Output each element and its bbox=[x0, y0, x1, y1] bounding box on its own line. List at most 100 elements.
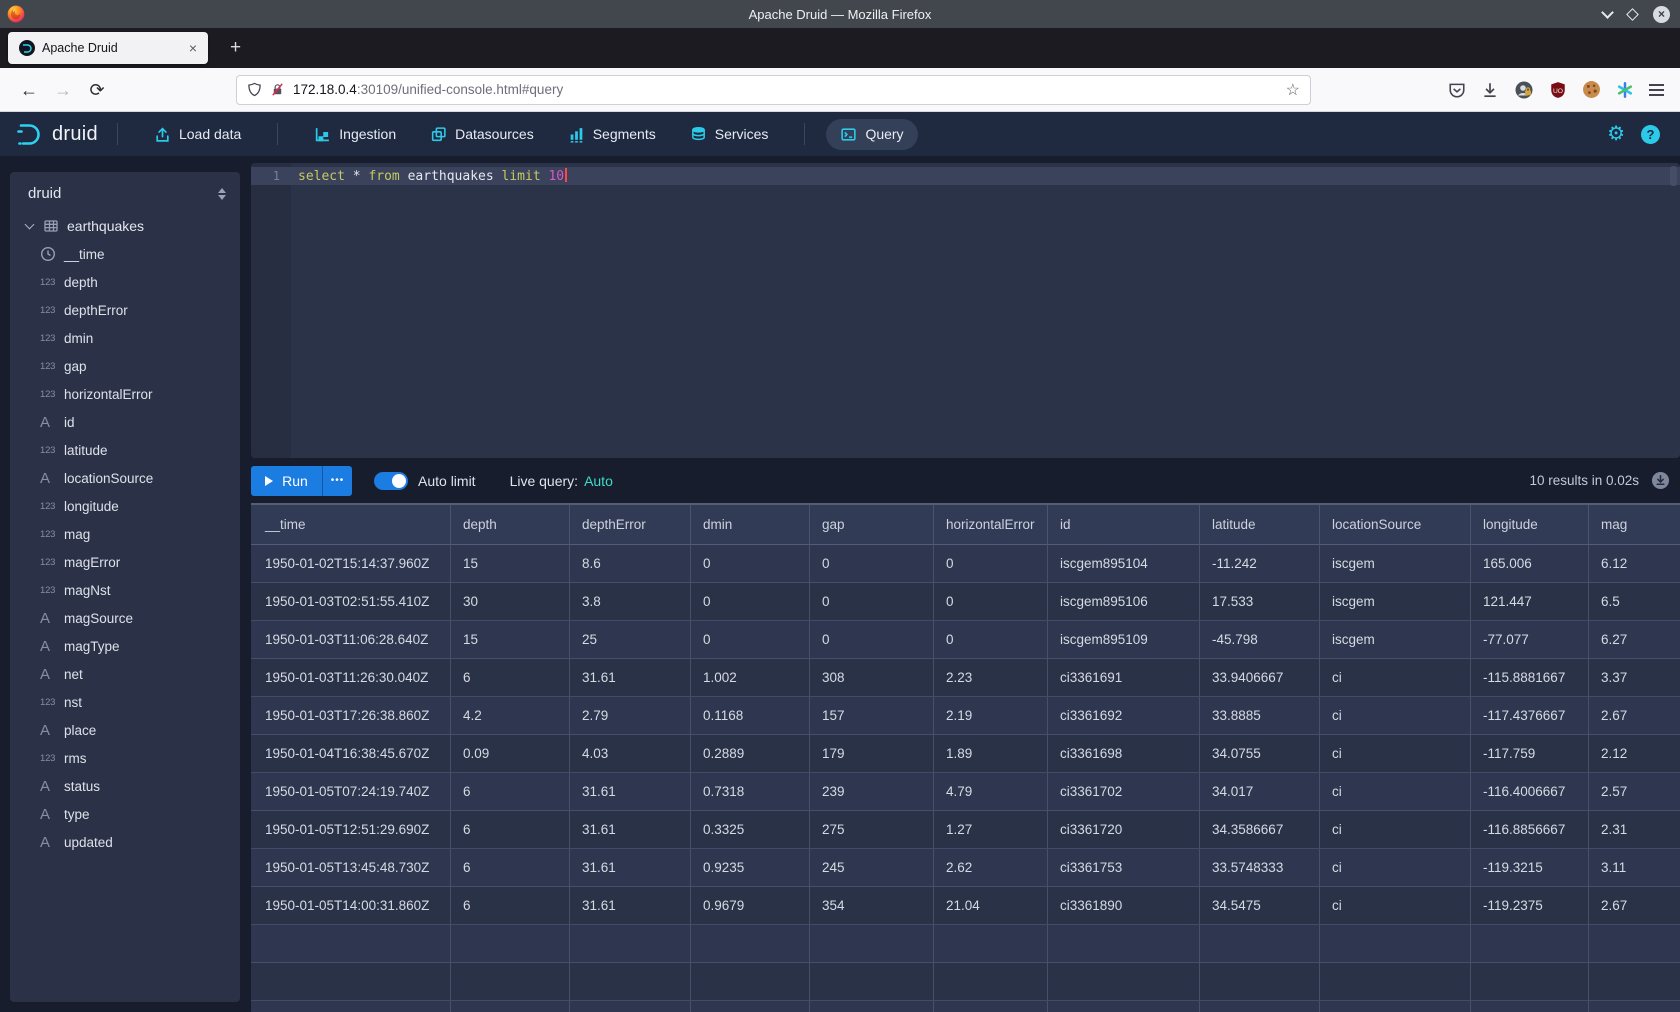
column-item-gap[interactable]: 123gap bbox=[10, 352, 240, 380]
column-item-magType[interactable]: AmagType bbox=[10, 632, 240, 660]
table-cell[interactable]: 0 bbox=[691, 545, 810, 583]
reload-icon[interactable]: ⟳ bbox=[80, 75, 114, 105]
table-cell[interactable]: ci3361692 bbox=[1048, 697, 1200, 735]
table-cell[interactable]: iscgem895106 bbox=[1048, 583, 1200, 621]
back-icon[interactable]: ← bbox=[12, 75, 46, 105]
table-cell[interactable]: 3.11 bbox=[1589, 849, 1680, 887]
table-cell[interactable]: 0.3325 bbox=[691, 811, 810, 849]
table-cell[interactable]: ci3361720 bbox=[1048, 811, 1200, 849]
table-cell[interactable]: 308 bbox=[810, 659, 934, 697]
forward-icon[interactable]: → bbox=[46, 75, 80, 105]
table-cell[interactable]: 3.37 bbox=[1589, 659, 1680, 697]
table-cell[interactable]: 2.67 bbox=[1589, 887, 1680, 925]
new-tab-button[interactable]: + bbox=[222, 35, 249, 61]
table-cell[interactable]: 1950-01-03T02:51:55.410Z bbox=[251, 583, 451, 621]
table-cell[interactable]: 1950-01-03T11:26:30.040Z bbox=[251, 659, 451, 697]
table-cell[interactable]: 31.61 bbox=[570, 773, 691, 811]
table-cell[interactable]: 31.61 bbox=[570, 849, 691, 887]
table-cell[interactable]: ci3361698 bbox=[1048, 735, 1200, 773]
sql-editor[interactable]: 1 select * from earthquakes limit 10 bbox=[251, 163, 1680, 458]
settings-gear-icon[interactable]: ⚙ bbox=[1607, 124, 1625, 144]
table-cell[interactable]: 1950-01-05T13:45:48.730Z bbox=[251, 849, 451, 887]
table-cell[interactable]: 0 bbox=[810, 545, 934, 583]
column-item-status[interactable]: Astatus bbox=[10, 772, 240, 800]
table-cell[interactable]: 121.447 bbox=[1471, 583, 1589, 621]
column-header-longitude[interactable]: longitude bbox=[1471, 505, 1589, 545]
table-cell[interactable]: -117.759 bbox=[1471, 735, 1589, 773]
sort-icon[interactable] bbox=[218, 188, 226, 200]
table-cell[interactable]: 0.7318 bbox=[691, 773, 810, 811]
window-maximize-icon[interactable] bbox=[1626, 8, 1639, 21]
table-cell[interactable]: 2.79 bbox=[570, 697, 691, 735]
column-item-locationSource[interactable]: AlocationSource bbox=[10, 464, 240, 492]
table-cell[interactable]: iscgem bbox=[1320, 621, 1471, 659]
column-item-net[interactable]: Anet bbox=[10, 660, 240, 688]
nav-item-datasources[interactable]: Datasources bbox=[426, 120, 538, 149]
table-cell[interactable]: 15 bbox=[451, 545, 570, 583]
table-cell[interactable]: 2.12 bbox=[1589, 735, 1680, 773]
table-cell[interactable]: 2.23 bbox=[934, 659, 1048, 697]
column-item-magNst[interactable]: 123magNst bbox=[10, 576, 240, 604]
column-item-__time[interactable]: __time bbox=[10, 240, 240, 268]
column-item-updated[interactable]: Aupdated bbox=[10, 828, 240, 856]
table-cell[interactable]: 25 bbox=[570, 621, 691, 659]
table-cell[interactable]: 0.09 bbox=[451, 735, 570, 773]
table-cell[interactable]: 6 bbox=[451, 773, 570, 811]
table-cell[interactable]: 2.57 bbox=[1589, 773, 1680, 811]
table-cell[interactable]: 0 bbox=[934, 621, 1048, 659]
table-cell[interactable]: 4.2 bbox=[451, 697, 570, 735]
table-cell[interactable]: 0 bbox=[691, 583, 810, 621]
table-cell[interactable]: 30 bbox=[451, 583, 570, 621]
table-cell[interactable]: 0.2889 bbox=[691, 735, 810, 773]
table-cell[interactable]: -11.242 bbox=[1200, 545, 1320, 583]
table-cell[interactable]: 17.533 bbox=[1200, 583, 1320, 621]
table-cell[interactable]: ci bbox=[1320, 887, 1471, 925]
column-header-depth[interactable]: depth bbox=[451, 505, 570, 545]
table-cell[interactable]: ci3361890 bbox=[1048, 887, 1200, 925]
table-cell[interactable]: 6.27 bbox=[1589, 621, 1680, 659]
table-cell[interactable]: 31.61 bbox=[570, 659, 691, 697]
table-cell[interactable]: -77.077 bbox=[1471, 621, 1589, 659]
column-item-nst[interactable]: 123nst bbox=[10, 688, 240, 716]
table-cell[interactable]: 0 bbox=[691, 621, 810, 659]
table-cell[interactable]: -116.8856667 bbox=[1471, 811, 1589, 849]
column-header-depthError[interactable]: depthError bbox=[570, 505, 691, 545]
table-cell[interactable]: ci bbox=[1320, 659, 1471, 697]
cookie-extension-icon[interactable] bbox=[1582, 80, 1601, 99]
window-close-icon[interactable]: × bbox=[1653, 6, 1670, 23]
table-cell[interactable]: 1950-01-05T07:24:19.740Z bbox=[251, 773, 451, 811]
table-cell[interactable]: 1950-01-03T11:06:28.640Z bbox=[251, 621, 451, 659]
column-header-dmin[interactable]: dmin bbox=[691, 505, 810, 545]
table-cell[interactable]: 245 bbox=[810, 849, 934, 887]
browser-tab-apache-druid[interactable]: Apache Druid × bbox=[8, 32, 208, 64]
table-cell[interactable]: 6.5 bbox=[1589, 583, 1680, 621]
table-cell[interactable]: 4.03 bbox=[570, 735, 691, 773]
table-cell[interactable]: ci3361691 bbox=[1048, 659, 1200, 697]
column-item-depthError[interactable]: 123depthError bbox=[10, 296, 240, 324]
bookmark-star-icon[interactable]: ☆ bbox=[1286, 80, 1300, 100]
url-bar[interactable]: 172.18.0.4:30109/unified-console.html#qu… bbox=[236, 75, 1311, 105]
table-cell[interactable]: 0 bbox=[934, 583, 1048, 621]
tab-close-icon[interactable]: × bbox=[186, 40, 200, 56]
table-cell[interactable]: 1.002 bbox=[691, 659, 810, 697]
column-item-rms[interactable]: 123rms bbox=[10, 744, 240, 772]
table-cell[interactable]: 1950-01-03T17:26:38.860Z bbox=[251, 697, 451, 735]
column-item-dmin[interactable]: 123dmin bbox=[10, 324, 240, 352]
table-cell[interactable]: 0.9235 bbox=[691, 849, 810, 887]
table-cell[interactable]: 34.017 bbox=[1200, 773, 1320, 811]
table-cell[interactable]: 6 bbox=[451, 659, 570, 697]
table-cell[interactable]: ci3361753 bbox=[1048, 849, 1200, 887]
table-cell[interactable]: 6 bbox=[451, 887, 570, 925]
nav-item-query[interactable]: Query bbox=[826, 119, 917, 150]
column-header-mag[interactable]: mag bbox=[1589, 505, 1680, 545]
table-cell[interactable]: -117.4376667 bbox=[1471, 697, 1589, 735]
column-item-longitude[interactable]: 123longitude bbox=[10, 492, 240, 520]
column-item-magSource[interactable]: AmagSource bbox=[10, 604, 240, 632]
column-header-id[interactable]: id bbox=[1048, 505, 1200, 545]
column-item-type[interactable]: Atype bbox=[10, 800, 240, 828]
nav-item-services[interactable]: Services bbox=[686, 120, 773, 149]
table-cell[interactable]: 165.006 bbox=[1471, 545, 1589, 583]
nav-item-ingestion[interactable]: Ingestion bbox=[310, 120, 400, 149]
table-cell[interactable]: -115.8881667 bbox=[1471, 659, 1589, 697]
column-item-magError[interactable]: 123magError bbox=[10, 548, 240, 576]
